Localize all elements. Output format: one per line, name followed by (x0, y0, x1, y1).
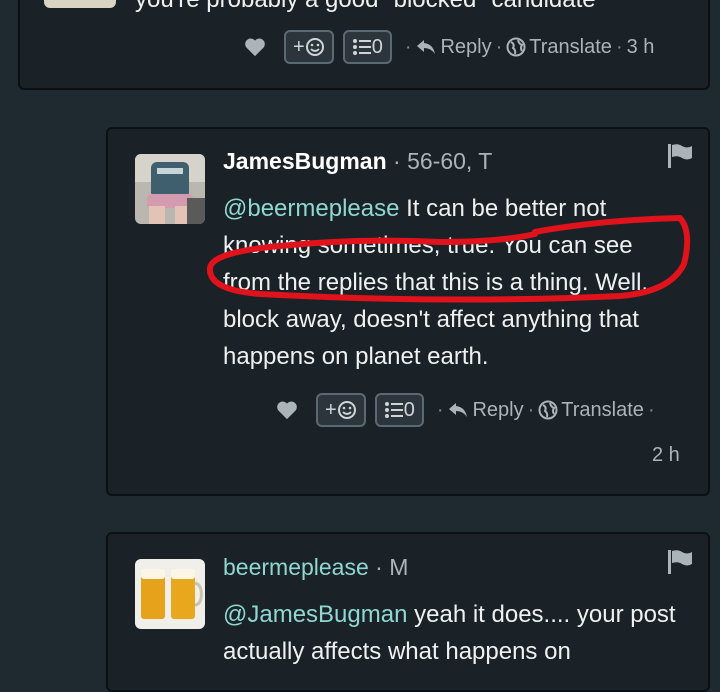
translate-button[interactable]: Translate (538, 399, 644, 422)
username-beermeplease[interactable]: beermeplease (223, 554, 369, 580)
translate-label: Translate (529, 35, 612, 58)
add-reaction-button[interactable]: + (284, 30, 334, 64)
comment-time: 3 h (626, 35, 655, 58)
separator: · (527, 398, 535, 421)
action-bar-top: + 0 · Reply · Translate · 3 h (244, 29, 654, 65)
avatar-beermeplease[interactable] (135, 559, 205, 629)
translate-button[interactable]: Translate (506, 36, 612, 59)
avatar-jamesbugman[interactable] (135, 154, 205, 224)
red-annotation-circle (206, 215, 691, 303)
plus-icon: + (293, 35, 305, 58)
reply-label: Reply (472, 398, 524, 421)
add-reaction-button[interactable]: + (316, 393, 366, 427)
reply-arrow-icon (449, 403, 468, 417)
username-jamesbugman[interactable]: JamesBugman (223, 148, 387, 174)
user-meta: 56-60, T (407, 148, 493, 174)
smiley-icon (305, 38, 324, 56)
avatar-top[interactable] (44, 0, 116, 8)
reply-button[interactable]: Reply (447, 398, 524, 422)
comment-header-beermeplease: beermeplease · M (223, 554, 408, 581)
list-icon (352, 39, 371, 55)
flag-icon[interactable] (666, 548, 694, 576)
separator: · (386, 148, 408, 174)
plus-icon: + (325, 398, 337, 421)
comment-body-beermeplease: @JamesBugman yeah it does.... your post … (223, 596, 693, 670)
replies-count-button[interactable]: 0 (374, 393, 424, 427)
translate-label: Translate (561, 398, 644, 421)
replies-count: 0 (371, 35, 383, 58)
reply-arrow-icon (417, 40, 436, 54)
comment-text-top: you're probably a good "blocked" candida… (135, 0, 596, 14)
comment-time: 2 h (652, 444, 680, 466)
mention-link[interactable]: @JamesBugman (223, 601, 407, 628)
smiley-icon (337, 401, 356, 419)
replies-count: 0 (403, 398, 415, 421)
flag-icon[interactable] (666, 142, 694, 170)
separator: · (647, 398, 655, 421)
reply-button[interactable]: Reply (415, 35, 492, 59)
heart-icon[interactable] (244, 37, 266, 57)
replies-count-button[interactable]: 0 (342, 30, 392, 64)
comment-header-jamesbugman: JamesBugman · 56-60, T (223, 148, 492, 175)
separator: · (615, 35, 623, 58)
user-meta: M (389, 554, 409, 580)
globe-icon (506, 37, 526, 57)
globe-icon (538, 400, 558, 420)
action-bar-jamesbugman: + 0 · Reply · Translate · (276, 392, 659, 428)
reply-label: Reply (440, 35, 492, 58)
list-icon (384, 402, 403, 418)
heart-icon[interactable] (276, 400, 298, 420)
separator: · (436, 398, 444, 421)
separator: · (404, 35, 412, 58)
separator: · (495, 35, 503, 58)
separator: · (368, 554, 390, 580)
